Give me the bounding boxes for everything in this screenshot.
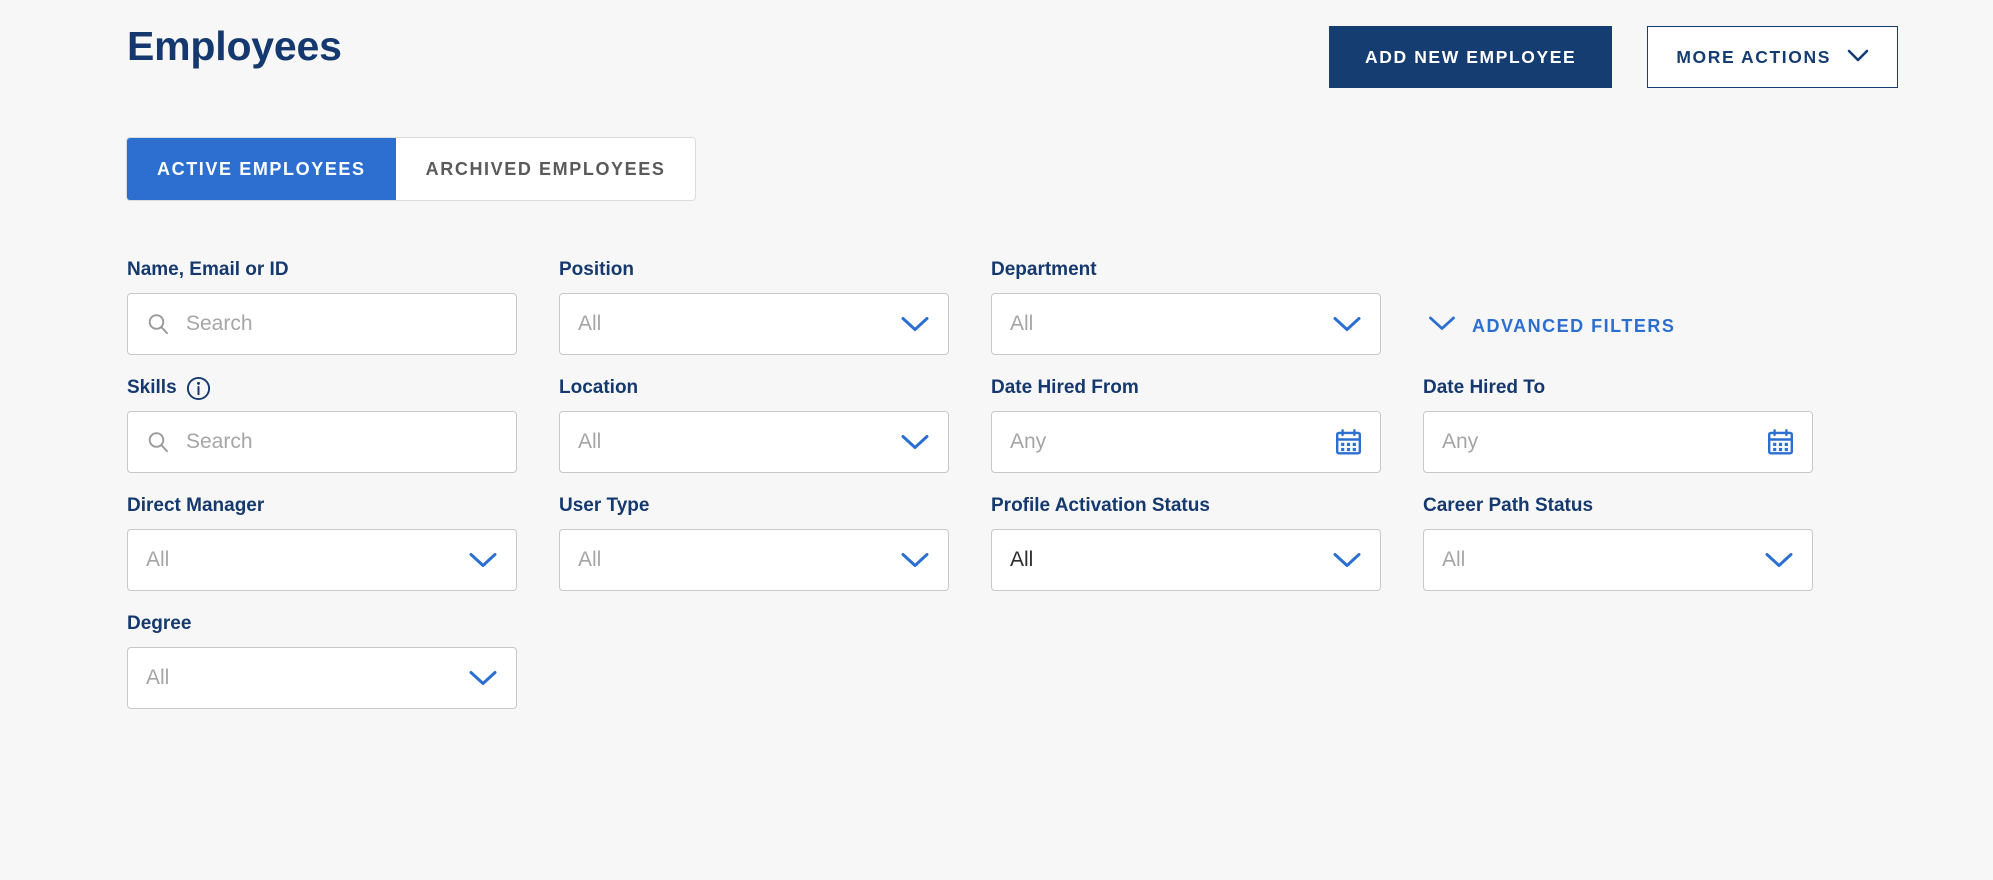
date-hired-to-input[interactable]: Any (1423, 411, 1813, 473)
filter-label-text: Skills (127, 376, 177, 398)
page-header: Employees ADD NEW EMPLOYEE MORE ACTIONS (127, 14, 1898, 94)
filter-label: Department (991, 258, 1381, 282)
tab-archived-employees[interactable]: ARCHIVED EMPLOYEES (395, 138, 696, 200)
header-actions: ADD NEW EMPLOYEE MORE ACTIONS (1329, 26, 1898, 88)
add-new-employee-button[interactable]: ADD NEW EMPLOYEE (1329, 26, 1613, 88)
filter-row-2: Skills Search Location All Date Hired Fr… (127, 376, 1917, 473)
degree-select-value: All (146, 666, 170, 689)
more-actions-label: MORE ACTIONS (1676, 46, 1831, 67)
position-select-value: All (578, 312, 602, 335)
filter-label: Degree (127, 612, 517, 636)
advanced-filters-toggle[interactable]: ADVANCED FILTERS (1428, 315, 1675, 337)
filter-label-text: Direct Manager (127, 494, 265, 516)
chevron-down-icon (468, 551, 498, 569)
filter-department: Department All (991, 258, 1381, 355)
employee-status-tabs: ACTIVE EMPLOYEES ARCHIVED EMPLOYEES (127, 138, 696, 200)
search-icon (146, 430, 170, 454)
filter-label-text: Date Hired To (1423, 376, 1546, 398)
department-select[interactable]: All (991, 293, 1381, 355)
filter-label-text: Location (559, 376, 639, 398)
filter-career-path-status: Career Path Status All (1423, 494, 1813, 591)
chevron-down-icon (1847, 47, 1869, 68)
filter-label: Career Path Status (1423, 494, 1813, 518)
career-path-status-value: All (1442, 548, 1466, 571)
filter-name-email-id: Name, Email or ID Search (127, 258, 517, 355)
chevron-down-icon (1428, 315, 1456, 337)
tab-active-employees[interactable]: ACTIVE EMPLOYEES (127, 138, 396, 200)
chevron-down-icon (1764, 551, 1794, 569)
search-input[interactable]: Search (127, 293, 517, 355)
chevron-down-icon (900, 315, 930, 333)
calendar-icon[interactable] (1335, 429, 1362, 456)
filter-row-4: Degree All (127, 612, 1917, 709)
filter-user-type: User Type All (559, 494, 949, 591)
filter-label-text: User Type (559, 494, 650, 516)
filter-label: Direct Manager (127, 494, 517, 518)
info-circle-icon[interactable] (186, 376, 211, 401)
filter-label-text: Date Hired From (991, 376, 1139, 398)
search-input-value: Search (186, 312, 253, 335)
filter-label: Date Hired To (1423, 376, 1813, 400)
advanced-filters-cell: ADVANCED FILTERS (1423, 258, 1675, 355)
filter-degree: Degree All (127, 612, 517, 709)
user-type-select-value: All (578, 548, 602, 571)
career-path-status-select[interactable]: All (1423, 529, 1813, 591)
chevron-down-icon (468, 669, 498, 687)
filter-date-hired-to: Date Hired To Any (1423, 376, 1813, 473)
search-icon (146, 312, 170, 336)
filter-label: Skills (127, 376, 517, 400)
filter-label: Name, Email or ID (127, 258, 517, 282)
filter-label-text: Profile Activation Status (991, 494, 1210, 516)
filter-profile-activation-status: Profile Activation Status All (991, 494, 1381, 591)
chevron-down-icon (1332, 551, 1362, 569)
profile-activation-status-select[interactable]: All (991, 529, 1381, 591)
skills-search-input[interactable]: Search (127, 411, 517, 473)
filter-label-text: Career Path Status (1423, 494, 1594, 516)
filter-position: Position All (559, 258, 949, 355)
date-hired-from-value: Any (1010, 430, 1047, 453)
page-title: Employees (127, 23, 342, 69)
date-hired-to-value: Any (1442, 430, 1479, 453)
filter-skills: Skills Search (127, 376, 517, 473)
direct-manager-select[interactable]: All (127, 529, 517, 591)
calendar-icon[interactable] (1767, 429, 1794, 456)
filter-label-text: Name, Email or ID (127, 258, 289, 280)
filter-date-hired-from: Date Hired From Any (991, 376, 1381, 473)
more-actions-button[interactable]: MORE ACTIONS (1647, 26, 1898, 88)
chevron-down-icon (900, 551, 930, 569)
direct-manager-select-value: All (146, 548, 170, 571)
filter-direct-manager: Direct Manager All (127, 494, 517, 591)
filter-row-3: Direct Manager All User Type All Profile… (127, 494, 1917, 591)
position-select[interactable]: All (559, 293, 949, 355)
filters-panel: Name, Email or ID Search Position All De… (127, 258, 1917, 730)
date-hired-from-input[interactable]: Any (991, 411, 1381, 473)
advanced-filters-label: ADVANCED FILTERS (1472, 315, 1676, 336)
filter-label: Profile Activation Status (991, 494, 1381, 518)
location-select-value: All (578, 430, 602, 453)
filter-label-text: Degree (127, 612, 192, 634)
filter-label: Date Hired From (991, 376, 1381, 400)
user-type-select[interactable]: All (559, 529, 949, 591)
degree-select[interactable]: All (127, 647, 517, 709)
filter-label: Position (559, 258, 949, 282)
filter-location: Location All (559, 376, 949, 473)
filter-row-1: Name, Email or ID Search Position All De… (127, 258, 1917, 355)
department-select-value: All (1010, 312, 1034, 335)
filter-label-text: Department (991, 258, 1097, 280)
profile-activation-status-value: All (1010, 548, 1034, 571)
chevron-down-icon (1332, 315, 1362, 333)
filter-label-text: Position (559, 258, 634, 280)
employees-page: Employees ADD NEW EMPLOYEE MORE ACTIONS … (0, 0, 1993, 880)
chevron-down-icon (900, 433, 930, 451)
filter-label: Location (559, 376, 949, 400)
skills-search-value: Search (186, 430, 253, 453)
location-select[interactable]: All (559, 411, 949, 473)
filter-label: User Type (559, 494, 949, 518)
